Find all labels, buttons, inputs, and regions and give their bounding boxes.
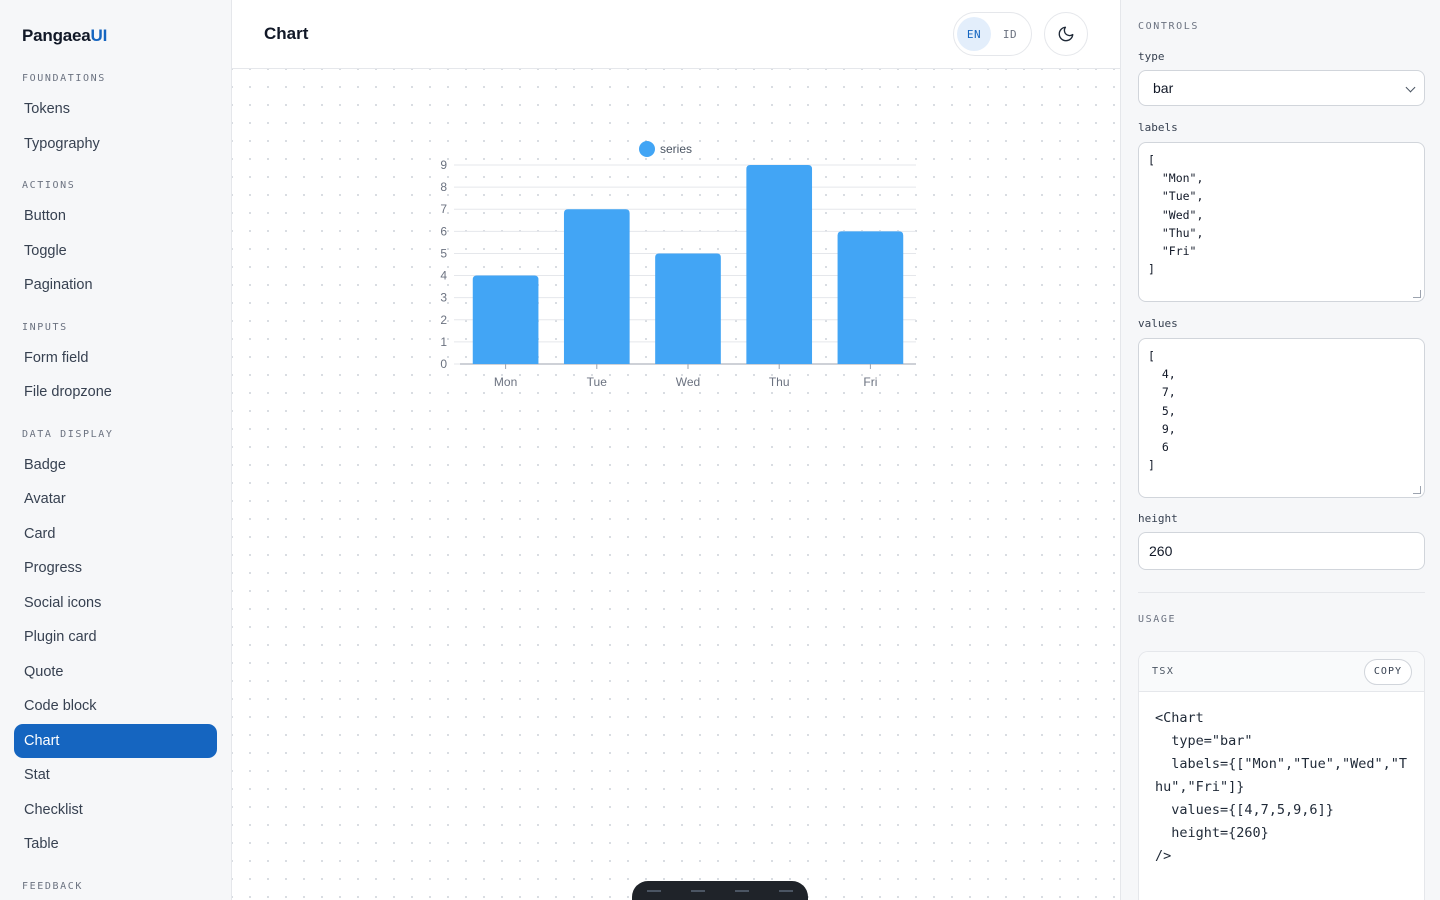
chart-bar xyxy=(472,275,539,364)
code-language-label: TSX xyxy=(1152,666,1175,677)
values-label: values xyxy=(1138,317,1178,330)
brand-logo[interactable]: PangaeaUI xyxy=(22,26,107,46)
sidebar-nav: FOUNDATIONS Tokens Typography ACTIONS Button… xyxy=(14,64,217,900)
lang-option-en[interactable]: EN xyxy=(957,17,991,51)
y-tick-label: 2 xyxy=(440,313,447,327)
sidebar-item-table[interactable]: Table xyxy=(14,827,217,862)
controls-heading: CONTROLS xyxy=(1138,21,1199,32)
y-tick-label: 0 xyxy=(440,357,447,371)
chart-bar xyxy=(563,209,630,364)
x-tick-label: Mon xyxy=(494,375,517,389)
y-tick-label: 3 xyxy=(440,291,447,305)
sidebar-item-checklist[interactable]: Checklist xyxy=(14,793,217,828)
resize-handle-icon[interactable] xyxy=(1413,486,1421,494)
sidebar-item-typography[interactable]: Typography xyxy=(14,127,217,162)
type-label: type xyxy=(1138,50,1165,63)
lang-option-id[interactable]: ID xyxy=(993,17,1027,51)
sidebar-item-quote[interactable]: Quote xyxy=(14,655,217,690)
sidebar-item-form-field[interactable]: Form field xyxy=(14,341,217,376)
moon-icon xyxy=(1058,26,1074,42)
y-tick-label: 9 xyxy=(440,158,447,172)
type-select-value: bar xyxy=(1153,80,1174,96)
sidebar-item-code-block[interactable]: Code block xyxy=(14,689,217,724)
theme-toggle-button[interactable] xyxy=(1044,12,1088,56)
code-content: <Chart type="bar" labels={["Mon","Tue","… xyxy=(1155,710,1407,864)
page-title: Chart xyxy=(264,24,309,43)
labels-label: labels xyxy=(1138,121,1178,134)
code-block-header: TSX COPY xyxy=(1139,652,1424,692)
height-label: height xyxy=(1138,512,1178,525)
y-tick-label: 5 xyxy=(440,246,447,260)
resize-handle-icon[interactable] xyxy=(1413,290,1421,298)
sidebar-item-social-icons[interactable]: Social icons xyxy=(14,586,217,621)
language-toggle: EN ID xyxy=(953,12,1032,56)
floating-toolbar[interactable] xyxy=(632,881,808,900)
sidebar-item-stat[interactable]: Stat xyxy=(14,758,217,793)
toolbar-icon[interactable] xyxy=(735,890,749,898)
usage-code-block: TSX COPY <Chart type="bar" labels={["Mon… xyxy=(1138,651,1425,900)
preview-canvas: 0 1 2 3 4 5 6 7 8 9 Mon Tue Wed Thu Fri series xyxy=(232,69,1120,900)
x-tick-label: Thu xyxy=(769,375,790,389)
values-textarea[interactable]: [ 4, 7, 5, 9, 6 ] xyxy=(1138,338,1425,498)
x-tick-label: Fri xyxy=(863,375,877,389)
nav-section-heading: FOUNDATIONS xyxy=(22,73,106,84)
sidebar-item-progress[interactable]: Progress xyxy=(14,551,217,586)
copy-button[interactable]: COPY xyxy=(1363,659,1412,685)
labels-textarea-value: [ "Mon", "Tue", "Wed", "Thu", "Fri" ] xyxy=(1148,153,1204,277)
chevron-down-icon xyxy=(1405,82,1416,93)
usage-heading: USAGE xyxy=(1138,614,1177,625)
nav-section-heading: DATA DISPLAY xyxy=(22,428,114,440)
sidebar-item-file-dropzone[interactable]: File dropzone xyxy=(14,375,217,410)
page-header: Chart EN ID xyxy=(232,0,1120,69)
sidebar-item-badge[interactable]: Badge xyxy=(14,448,217,483)
sidebar-item-card[interactable]: Card xyxy=(14,517,217,552)
nav-section-heading: FEEDBACK xyxy=(22,880,83,892)
sidebar-item-avatar[interactable]: Avatar xyxy=(14,482,217,517)
divider xyxy=(1138,592,1425,593)
labels-textarea[interactable]: [ "Mon", "Tue", "Wed", "Thu", "Fri" ] xyxy=(1138,142,1425,302)
height-input[interactable]: 260 xyxy=(1138,532,1425,570)
toolbar-icon[interactable] xyxy=(779,890,793,898)
values-textarea-value: [ 4, 7, 5, 9, 6 ] xyxy=(1148,349,1176,473)
controls-panel: CONTROLS type bar labels [ "Mon", "Tue",… xyxy=(1120,0,1440,900)
chart-bar xyxy=(655,253,721,364)
legend-label: series xyxy=(660,142,692,156)
toolbar-icon[interactable] xyxy=(691,890,705,898)
x-tick-label: Wed xyxy=(676,375,700,389)
chart-container: 0 1 2 3 4 5 6 7 8 9 Mon Tue Wed Thu Fri series xyxy=(412,135,932,410)
height-input-value: 260 xyxy=(1149,543,1173,559)
bar-chart: 0 1 2 3 4 5 6 7 8 9 Mon Tue Wed Thu Fri series xyxy=(440,141,916,389)
y-tick-label: 6 xyxy=(440,224,447,238)
toolbar-icon[interactable] xyxy=(647,890,661,898)
sidebar-item-tokens[interactable]: Tokens xyxy=(14,92,217,127)
y-tick-label: 8 xyxy=(440,180,447,194)
sidebar-item-button[interactable]: Button xyxy=(14,199,217,234)
type-select[interactable]: bar xyxy=(1138,70,1425,106)
sidebar-item-plugin-card[interactable]: Plugin card xyxy=(14,620,217,655)
legend-swatch xyxy=(639,141,655,157)
y-tick-label: 1 xyxy=(440,335,447,349)
x-tick-label: Tue xyxy=(587,375,608,389)
nav-section-heading: ACTIONS xyxy=(22,180,76,191)
chart-bar xyxy=(746,165,813,364)
sidebar-item-pagination[interactable]: Pagination xyxy=(14,268,217,303)
chart-bar xyxy=(837,231,904,364)
brand-accent: UI xyxy=(90,26,108,45)
y-tick-label: 4 xyxy=(440,269,447,283)
sidebar-item-chart[interactable]: Chart xyxy=(14,723,217,758)
sidebar-item-toggle[interactable]: Toggle xyxy=(14,234,217,269)
y-tick-label: 7 xyxy=(440,202,447,216)
brand-name: Pangaea xyxy=(22,26,91,45)
nav-section-heading: INPUTS xyxy=(22,321,68,333)
sidebar: PangaeaUI FOUNDATIONS Tokens Typography ACT… xyxy=(0,0,232,900)
